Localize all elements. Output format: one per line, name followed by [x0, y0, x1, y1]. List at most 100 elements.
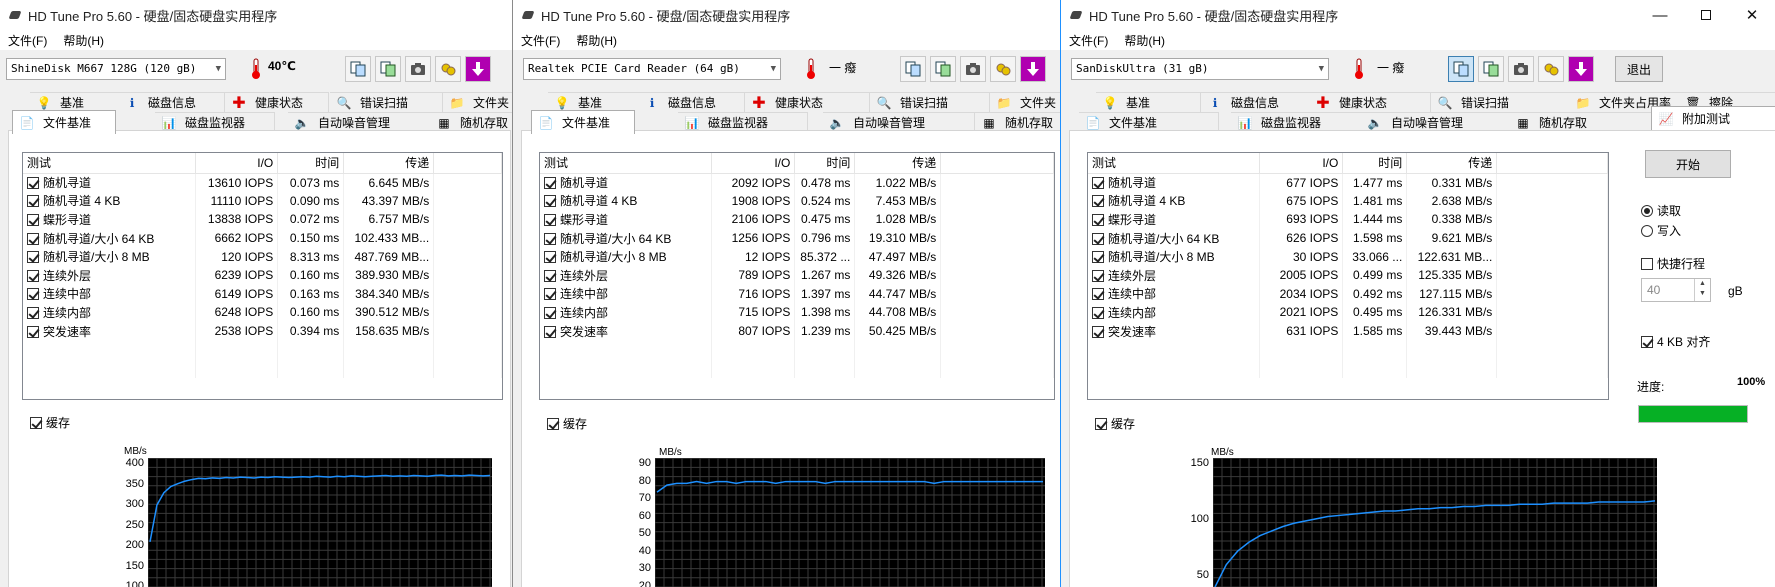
tab-aam[interactable]: 🔈 自动噪音管理	[823, 112, 975, 132]
tab-extra-tests[interactable]: 📈 附加测试	[1651, 106, 1775, 130]
copy-all-button[interactable]	[930, 56, 956, 82]
tab-file-benchmark[interactable]: 📄 文件基准	[12, 110, 116, 134]
screenshot-button[interactable]	[405, 56, 431, 82]
col-transfer[interactable]: 传递	[1406, 153, 1498, 174]
test-cell[interactable]: 随机寻道 4 KB	[540, 191, 713, 211]
cache-checkbox[interactable]: 缓存	[30, 414, 70, 431]
tab-disk-monitor[interactable]: 📊 磁盘监视器	[678, 112, 808, 132]
options-button[interactable]	[435, 56, 461, 82]
col-time[interactable]: 时间	[1342, 153, 1408, 174]
test-cell[interactable]: 随机寻道/大小 8 MB	[540, 247, 713, 266]
checkbox[interactable]	[544, 195, 556, 208]
test-cell[interactable]: 随机寻道	[23, 173, 197, 192]
test-cell[interactable]: 连续中部	[540, 284, 713, 304]
checkbox[interactable]	[27, 232, 39, 245]
checkbox[interactable]	[544, 213, 556, 226]
close-button[interactable]: ✕	[1729, 0, 1775, 30]
tab-disk-info[interactable]: ℹ 磁盘信息	[118, 92, 225, 112]
test-cell[interactable]: 随机寻道/大小 64 KB	[1088, 228, 1261, 248]
col-test[interactable]: 测试	[23, 153, 197, 174]
checkbox[interactable]	[1092, 232, 1104, 245]
tab-random-access[interactable]: ▦ 随机存取	[975, 112, 1060, 132]
short-stroke-checkbox[interactable]: 快捷行程	[1641, 255, 1705, 272]
checkbox[interactable]	[544, 306, 556, 319]
checkbox[interactable]	[544, 232, 556, 245]
checkbox[interactable]	[27, 177, 39, 190]
test-cell[interactable]: 随机寻道	[1088, 173, 1261, 192]
checkbox[interactable]	[27, 213, 39, 226]
checkbox[interactable]	[1092, 325, 1104, 338]
checkbox[interactable]	[544, 251, 556, 264]
screenshot-button[interactable]	[1508, 56, 1534, 82]
col-test[interactable]: 测试	[1088, 153, 1261, 174]
test-cell[interactable]: 蝶形寻道	[540, 210, 713, 229]
col-io[interactable]: I/O	[711, 153, 796, 174]
test-cell[interactable]: 连续内部	[1088, 303, 1261, 322]
screenshot-button[interactable]	[960, 56, 986, 82]
tab-random-access[interactable]: ▦ 随机存取	[430, 112, 512, 132]
tab-file-benchmark[interactable]: 📄 文件基准	[531, 110, 635, 134]
test-cell[interactable]: 连续外层	[1088, 265, 1261, 285]
spin-buttons[interactable]: ▲ ▼	[1694, 279, 1710, 301]
checkbox[interactable]	[1092, 251, 1104, 264]
tab-health[interactable]: ✚ 健康状态	[745, 92, 870, 112]
test-cell[interactable]: 随机寻道 4 KB	[1088, 191, 1261, 211]
test-cell[interactable]: 连续外层	[540, 265, 713, 285]
test-cell[interactable]: 随机寻道/大小 8 MB	[1088, 247, 1261, 266]
cache-checkbox[interactable]: 缓存	[547, 415, 587, 432]
checkbox[interactable]	[1092, 195, 1104, 208]
menu-file[interactable]: 文件(F)	[1061, 32, 1116, 49]
col-time[interactable]: 时间	[794, 153, 856, 174]
checkbox[interactable]	[1092, 288, 1104, 301]
col-io[interactable]: I/O	[1259, 153, 1344, 174]
checkbox[interactable]	[1092, 177, 1104, 190]
tab-error-scan[interactable]: 🔍 错误扫描	[870, 92, 990, 112]
menu-file[interactable]: 文件(F)	[0, 32, 55, 49]
menu-help[interactable]: 帮助(H)	[1116, 32, 1173, 49]
test-cell[interactable]: 随机寻道/大小 64 KB	[540, 228, 713, 248]
tab-health[interactable]: ✚ 健康状态	[225, 92, 329, 112]
tab-disk-info[interactable]: ℹ 磁盘信息	[1201, 92, 1321, 112]
minimize-button[interactable]: —	[1637, 0, 1683, 30]
col-transfer[interactable]: 传递	[343, 153, 435, 174]
cache-checkbox[interactable]: 缓存	[1095, 415, 1135, 432]
checkbox[interactable]	[544, 325, 556, 338]
menu-file[interactable]: 文件(F)	[513, 32, 568, 49]
tab-aam[interactable]: 🔈 自动噪音管理	[288, 112, 435, 132]
col-test[interactable]: 测试	[540, 153, 713, 174]
tab-benchmark[interactable]: 💡 基准	[1096, 92, 1201, 112]
tab-health[interactable]: ✚ 健康状态	[1309, 92, 1431, 112]
test-cell[interactable]: 随机寻道	[540, 173, 713, 192]
copy-info-button[interactable]	[345, 56, 371, 82]
checkbox[interactable]	[27, 251, 39, 264]
checkbox[interactable]	[1092, 269, 1104, 282]
save-button[interactable]	[1020, 56, 1046, 82]
test-cell[interactable]: 随机寻道/大小 8 MB	[23, 247, 197, 266]
test-cell[interactable]: 随机寻道/大小 64 KB	[23, 228, 197, 248]
options-button[interactable]	[1538, 56, 1564, 82]
checkbox[interactable]	[544, 269, 556, 282]
checkbox[interactable]	[27, 325, 39, 338]
col-transfer[interactable]: 传递	[854, 153, 942, 174]
copy-all-button[interactable]	[375, 56, 401, 82]
align-4kb-checkbox[interactable]: 4 KB 对齐	[1641, 333, 1710, 350]
checkbox[interactable]	[1092, 306, 1104, 319]
write-radio[interactable]: 写入	[1641, 222, 1681, 239]
tab-error-scan[interactable]: 🔍 错误扫描	[330, 92, 443, 112]
checkbox[interactable]	[544, 177, 556, 190]
test-cell[interactable]: 蝶形寻道	[23, 210, 197, 229]
test-cell[interactable]: 突发速率	[23, 321, 197, 341]
tab-folder[interactable]: 📁 文件夹	[990, 92, 1060, 112]
copy-info-button[interactable]	[900, 56, 926, 82]
drive-select[interactable]: Realtek PCIE Card Reader (64 gB) ▼	[523, 58, 781, 80]
checkbox[interactable]	[27, 306, 39, 319]
drive-select[interactable]: SanDiskUltra (31 gB) ▼	[1071, 58, 1329, 80]
checkbox[interactable]	[27, 269, 39, 282]
tab-disk-monitor[interactable]: 📊 磁盘监视器	[155, 112, 275, 132]
read-radio[interactable]: 读取	[1641, 202, 1681, 219]
options-button[interactable]	[990, 56, 1016, 82]
test-cell[interactable]: 随机寻道 4 KB	[23, 191, 197, 211]
drive-select[interactable]: ShineDisk M667 128G (120 gB) ▼	[6, 58, 226, 80]
menu-help[interactable]: 帮助(H)	[55, 32, 112, 49]
col-time[interactable]: 时间	[277, 153, 345, 174]
